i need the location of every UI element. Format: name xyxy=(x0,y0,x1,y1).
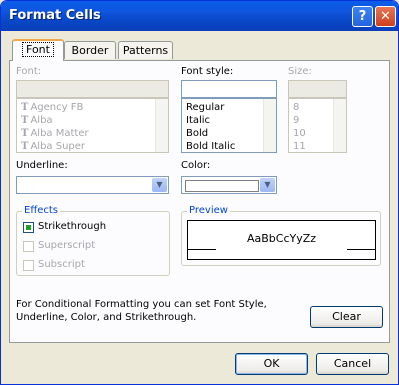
font-style-list[interactable]: Regular Italic Bold Bold Italic xyxy=(181,98,277,153)
size-list[interactable]: 8 9 10 11 xyxy=(288,98,347,153)
size-list-scrollbar[interactable] xyxy=(333,99,346,152)
list-item[interactable]: Bold xyxy=(186,127,208,140)
truetype-font-icon: T xyxy=(21,115,29,126)
list-item[interactable]: T Alba Super xyxy=(21,140,85,152)
list-item[interactable]: 8 xyxy=(293,101,299,114)
tab-patterns[interactable]: Patterns xyxy=(118,41,173,59)
font-style-label: Font style: xyxy=(181,66,234,77)
font-list-scrollbar[interactable] xyxy=(155,99,168,152)
font-list[interactable]: T Agency FB T Alba T Alba Matter T Alba Supe… xyxy=(16,98,169,153)
tab-font[interactable]: Font xyxy=(12,39,64,61)
preview-box: AaBbCcYyZz xyxy=(187,220,376,260)
list-item[interactable]: T Alba xyxy=(21,114,53,127)
truetype-font-icon: T xyxy=(21,102,29,113)
subscript-label: Subscript xyxy=(38,259,85,270)
effects-group: Effects Strikethrough Superscript Subscr… xyxy=(16,205,170,276)
chevron-down-icon[interactable]: ▼ xyxy=(152,178,167,192)
underline-select[interactable]: ▼ xyxy=(16,176,169,194)
list-item[interactable]: 9 xyxy=(293,114,299,127)
conditional-formatting-note: For Conditional Formatting you can set F… xyxy=(16,299,267,323)
tab-border[interactable]: Border xyxy=(64,41,116,59)
superscript-checkbox[interactable] xyxy=(23,241,34,252)
size-input[interactable] xyxy=(288,80,347,98)
font-style-input[interactable] xyxy=(181,80,277,98)
truetype-font-icon: T xyxy=(21,128,29,139)
format-cells-dialog: Format Cells ? ✕ Font Border Patterns Fo… xyxy=(0,0,399,385)
list-item[interactable]: Italic xyxy=(186,114,210,127)
close-button[interactable]: ✕ xyxy=(375,6,396,27)
window-title: Format Cells xyxy=(9,8,101,23)
list-item[interactable]: Bold Italic xyxy=(186,140,235,152)
preview-baseline-left xyxy=(188,249,216,250)
list-item[interactable]: 11 xyxy=(293,140,306,152)
cancel-button[interactable]: Cancel xyxy=(316,353,389,375)
effects-legend: Effects xyxy=(22,205,60,216)
underline-label: Underline: xyxy=(16,160,68,171)
list-item[interactable]: T Alba Matter xyxy=(21,127,89,140)
title-bar: Format Cells ? ✕ xyxy=(1,1,398,31)
color-select[interactable]: ▼ xyxy=(181,176,277,194)
strikethrough-checkbox[interactable] xyxy=(23,222,34,233)
tab-font-label: Font xyxy=(22,42,54,57)
color-label: Color: xyxy=(181,160,211,171)
font-label: Font: xyxy=(16,66,42,77)
superscript-label: Superscript xyxy=(38,240,96,251)
preview-sample-text: AaBbCcYyZz xyxy=(246,232,317,245)
truetype-font-icon: T xyxy=(21,141,29,152)
font-input[interactable] xyxy=(16,80,169,98)
font-style-list-scrollbar[interactable] xyxy=(263,99,276,152)
strikethrough-label: Strikethrough xyxy=(38,221,107,232)
help-button[interactable]: ? xyxy=(352,6,373,27)
color-swatch xyxy=(185,180,259,192)
ok-button[interactable]: OK xyxy=(235,353,308,375)
list-item[interactable]: Regular xyxy=(186,101,224,114)
preview-baseline-right xyxy=(347,249,375,250)
clear-button[interactable]: Clear xyxy=(310,306,383,328)
preview-group: Preview AaBbCcYyZz xyxy=(181,205,381,266)
preview-legend: Preview xyxy=(187,205,230,216)
chevron-down-icon[interactable]: ▼ xyxy=(260,178,275,192)
list-item[interactable]: 10 xyxy=(293,127,306,140)
size-label: Size: xyxy=(288,66,312,77)
subscript-checkbox[interactable] xyxy=(23,260,34,271)
list-item[interactable]: T Agency FB xyxy=(21,101,83,114)
